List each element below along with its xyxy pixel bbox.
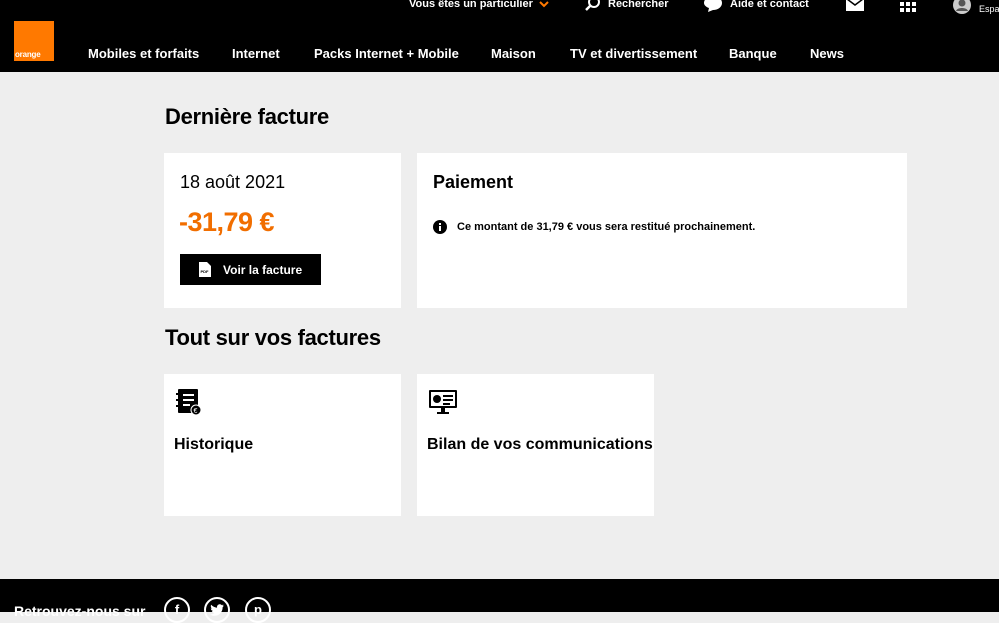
user-avatar-icon [953,0,971,14]
monitor-report-icon [429,390,457,414]
communications-label: Bilan de vos communications [427,436,653,453]
pdf-badge: PDF [201,269,210,274]
twitter-bird-glyph [210,604,224,616]
nav-packs[interactable]: Packs Internet + Mobile [314,46,459,61]
all-bills-heading: Tout sur vos factures [165,325,381,350]
mail-button[interactable] [846,0,864,12]
svg-text:€: € [194,408,198,415]
history-tile[interactable]: € Historique [164,374,401,516]
invoice-history-icon: € [176,389,202,416]
help-link[interactable]: Aide et contact [704,0,809,12]
profile-selector[interactable]: Vous êtes un particulier [409,0,549,12]
profile-label: Vous êtes un particulier [409,0,533,10]
top-header: orange Vous êtes un particulier Recherch… [0,0,999,72]
nav-mobiles[interactable]: Mobiles et forfaits [88,46,199,61]
nav-news[interactable]: News [810,46,844,61]
nav-internet[interactable]: Internet [232,46,280,61]
nav-banque[interactable]: Banque [729,46,777,61]
bill-date: 18 août 2021 [180,172,286,192]
view-bill-label: Voir la facture [223,262,303,277]
info-icon [433,220,447,234]
bill-amount: -31,79 € [179,207,275,237]
footer: Retrouvez-nous sur f p [0,579,999,623]
account-label: Espa [979,4,999,14]
orange-logo[interactable]: orange [14,21,54,61]
pdf-file-icon: PDF [199,262,211,277]
payment-message-row: Ce montant de 31,79 € vous sera restitué… [433,220,755,234]
mail-icon [846,0,864,11]
chat-bubble-icon [704,0,722,12]
last-bill-heading: Dernière facture [165,104,329,129]
help-label: Aide et contact [730,0,809,10]
search-label: Rechercher [608,0,669,10]
chevron-down-icon [539,1,549,8]
apps-button[interactable] [900,0,916,12]
view-bill-button[interactable]: PDF Voir la facture [180,254,321,285]
search-icon [585,0,600,11]
footer-social-label: Retrouvez-nous sur [14,603,146,619]
search-link[interactable]: Rechercher [585,0,669,12]
account-link[interactable]: Espa [953,0,999,14]
pinterest-icon[interactable]: p [245,597,271,623]
nav-tv[interactable]: TV et divertissement [570,46,697,61]
apps-grid-icon [900,2,916,12]
history-label: Historique [174,436,254,453]
payment-card: Paiement Ce montant de 31,79 € vous sera… [417,153,907,308]
logo-text: orange [15,50,41,59]
communications-tile[interactable]: Bilan de vos communications [417,374,654,516]
payment-message: Ce montant de 31,79 € vous sera restitué… [457,221,756,233]
payment-title: Paiement [433,172,514,192]
nav-maison[interactable]: Maison [491,46,536,61]
twitter-icon[interactable] [204,597,230,623]
last-bill-card: 18 août 2021 -31,79 € PDF Voir la factur… [164,153,401,308]
facebook-icon[interactable]: f [164,597,190,623]
